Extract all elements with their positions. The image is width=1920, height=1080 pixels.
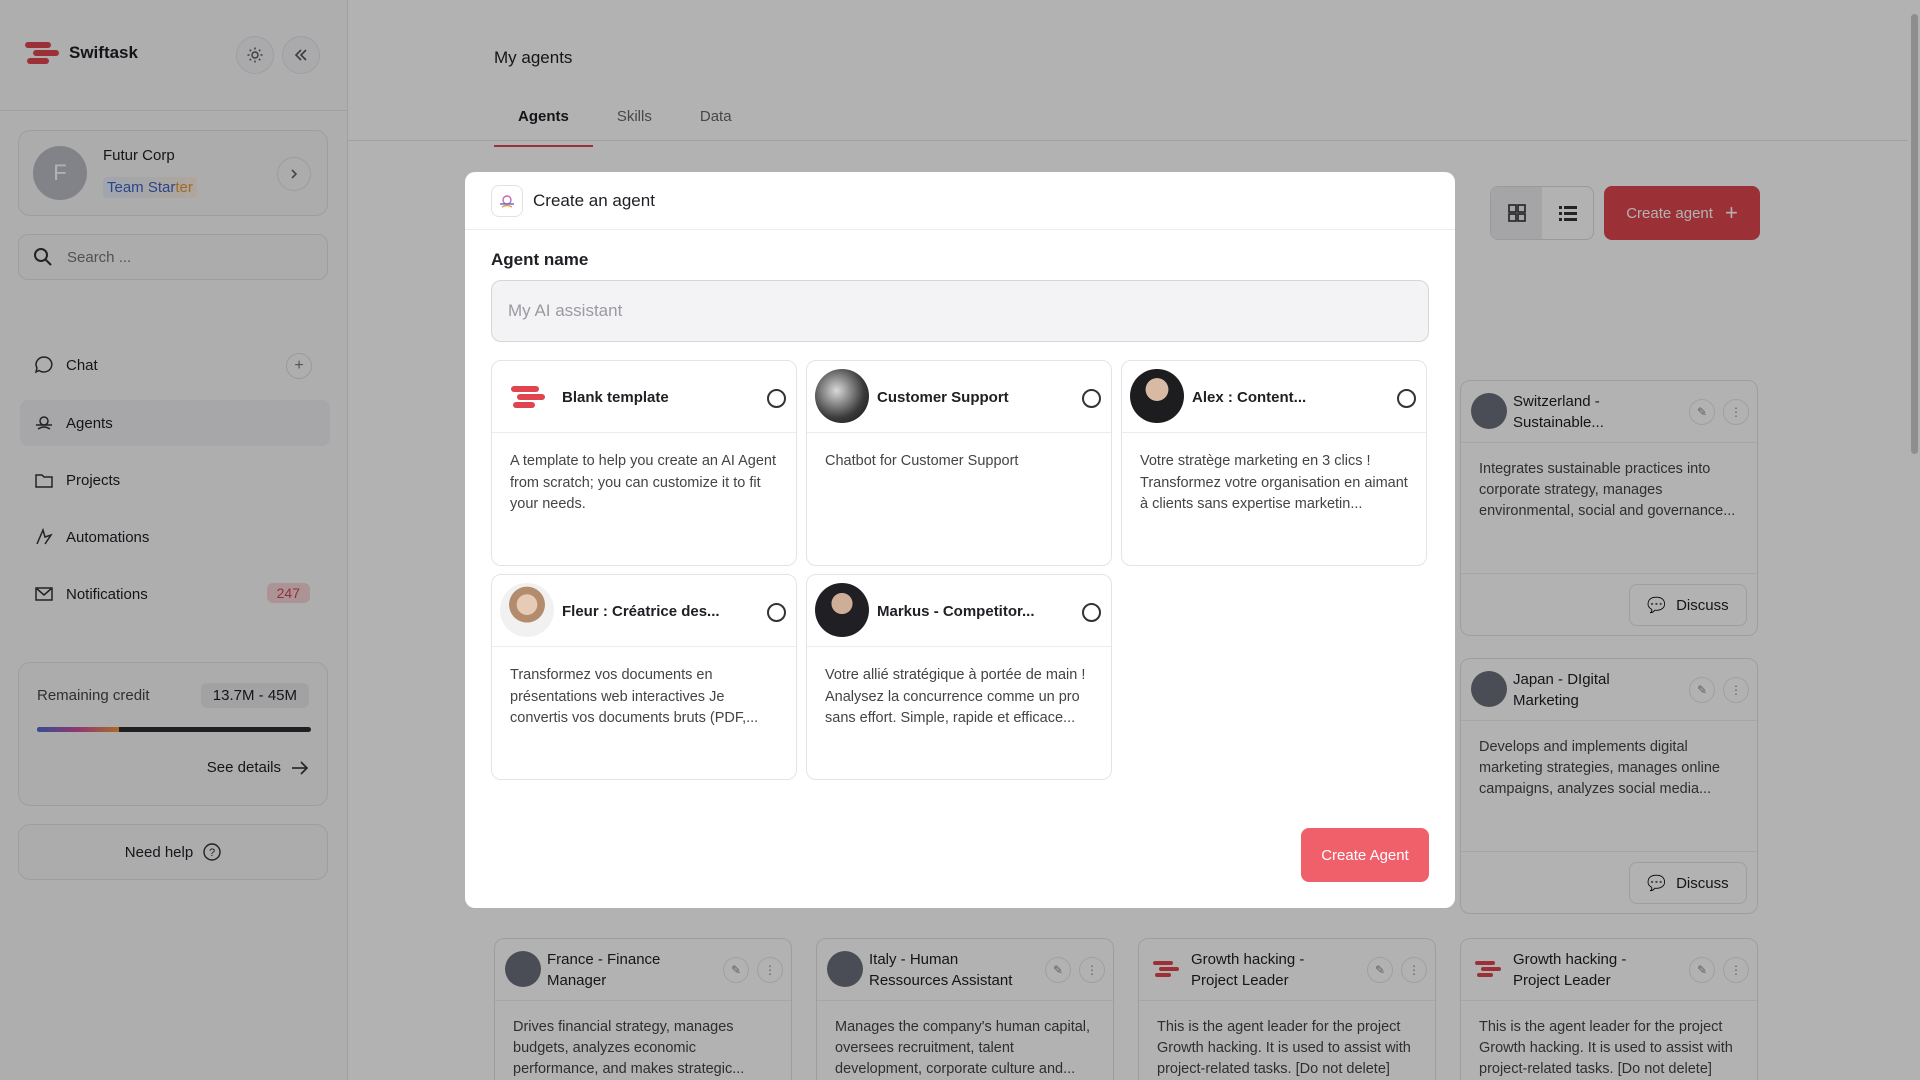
template-name: Fleur : Créatrice des... (562, 603, 720, 620)
template-radio[interactable] (1082, 603, 1101, 622)
modal-title: Create an agent (533, 190, 655, 210)
modal-header: Create an agent (465, 172, 1455, 230)
create-agent-submit-button[interactable]: Create Agent (1301, 828, 1429, 882)
template-radio[interactable] (1397, 389, 1416, 408)
agent-name-input[interactable] (491, 280, 1429, 342)
avatar (815, 369, 869, 423)
template-radio[interactable] (767, 603, 786, 622)
template-card-markus[interactable]: Markus - Competitor... Votre allié strat… (806, 574, 1112, 780)
template-description: Votre stratège marketing en 3 clics ! Tr… (1140, 453, 1408, 512)
template-card-fleur[interactable]: Fleur : Créatrice des... Transformez vos… (491, 574, 797, 780)
template-description: Chatbot for Customer Support (825, 453, 1019, 469)
agent-icon (491, 184, 523, 217)
template-card-customer-support[interactable]: Customer Support Chatbot for Customer Su… (806, 360, 1112, 566)
scrollbar-thumb[interactable] (1911, 14, 1918, 454)
template-card-alex[interactable]: Alex : Content... Votre stratège marketi… (1121, 360, 1427, 566)
avatar (500, 583, 554, 637)
template-name: Blank template (562, 389, 669, 406)
scrollbar[interactable] (1908, 0, 1920, 1080)
create-agent-modal: Create an agent Agent name Blank templat… (465, 172, 1455, 908)
template-name: Markus - Competitor... (877, 603, 1035, 620)
swiftask-logo-icon (500, 369, 554, 423)
agent-name-label: Agent name (491, 250, 589, 269)
template-radio[interactable] (767, 389, 786, 408)
template-description: Votre allié stratégique à portée de main… (825, 667, 1086, 726)
template-description: A template to help you create an AI Agen… (510, 453, 777, 512)
template-card-blank[interactable]: Blank template A template to help you cr… (491, 360, 797, 566)
template-name: Customer Support (877, 389, 1009, 406)
template-name: Alex : Content... (1192, 389, 1307, 406)
avatar (815, 583, 869, 637)
template-description: Transformez vos documents en présentatio… (510, 667, 759, 726)
avatar (1130, 369, 1184, 423)
template-radio[interactable] (1082, 389, 1101, 408)
